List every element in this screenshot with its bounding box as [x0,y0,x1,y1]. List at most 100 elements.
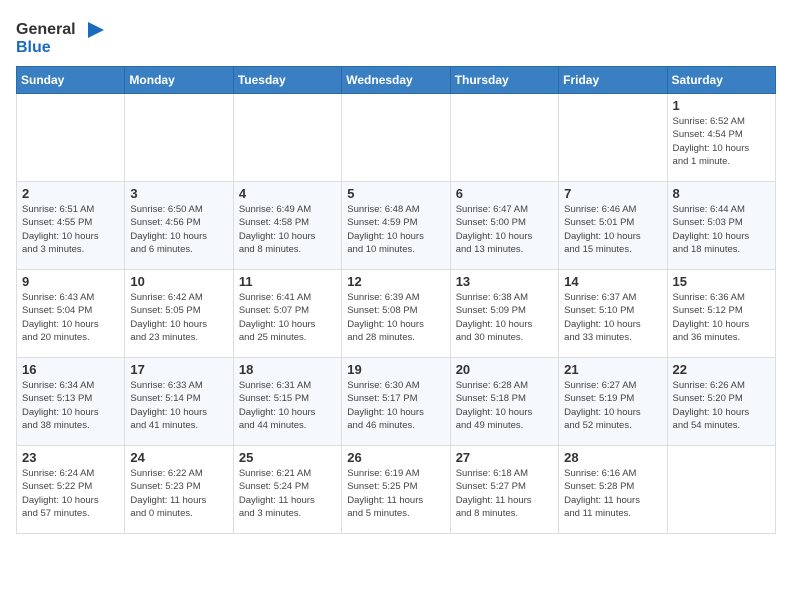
day-info: Sunrise: 6:46 AM Sunset: 5:01 PM Dayligh… [564,203,661,256]
day-info: Sunrise: 6:47 AM Sunset: 5:00 PM Dayligh… [456,203,553,256]
weekday-header-friday: Friday [559,67,667,94]
day-number: 27 [456,450,553,465]
day-info: Sunrise: 6:16 AM Sunset: 5:28 PM Dayligh… [564,467,661,520]
day-number: 8 [673,186,770,201]
calendar-header: SundayMondayTuesdayWednesdayThursdayFrid… [17,67,776,94]
calendar-cell [233,94,341,182]
day-info: Sunrise: 6:49 AM Sunset: 4:58 PM Dayligh… [239,203,336,256]
day-number: 5 [347,186,444,201]
logo-icon: General Blue [16,16,106,58]
page-header: General Blue [16,16,776,58]
calendar-cell: 19 Sunrise: 6:30 AM Sunset: 5:17 PM Dayli… [342,358,450,446]
calendar-week-5: 23Sunrise: 6:24 AM Sunset: 5:22 PM Dayli… [17,446,776,534]
calendar-cell: 6 Sunrise: 6:47 AM Sunset: 5:00 PM Daylig… [450,182,558,270]
calendar-cell [342,94,450,182]
calendar-cell: 21 Sunrise: 6:27 AM Sunset: 5:19 PM Dayli… [559,358,667,446]
calendar-cell: 2 Sunrise: 6:51 AM Sunset: 4:55 PM Daylig… [17,182,125,270]
weekday-header-sunday: Sunday [17,67,125,94]
day-number: 2 [22,186,119,201]
calendar-cell: 5 Sunrise: 6:48 AM Sunset: 4:59 PM Daylig… [342,182,450,270]
calendar-cell: 12 Sunrise: 6:39 AM Sunset: 5:08 PM Dayli… [342,270,450,358]
day-number: 15 [673,274,770,289]
svg-text:General: General [16,21,76,38]
calendar-cell: 8 Sunrise: 6:44 AM Sunset: 5:03 PM Daylig… [667,182,775,270]
day-info: Sunrise: 6:42 AM Sunset: 5:05 PM Dayligh… [130,291,227,344]
weekday-header-tuesday: Tuesday [233,67,341,94]
calendar-cell: 13 Sunrise: 6:38 AM Sunset: 5:09 PM Dayli… [450,270,558,358]
day-number: 26 [347,450,444,465]
day-info: Sunrise: 6:51 AM Sunset: 4:55 PM Dayligh… [22,203,119,256]
calendar-cell: 17 Sunrise: 6:33 AM Sunset: 5:14 PM Dayli… [125,358,233,446]
day-number: 11 [239,274,336,289]
calendar-cell: 24 Sunrise: 6:22 AM Sunset: 5:23 PM Dayli… [125,446,233,534]
day-number: 12 [347,274,444,289]
day-info: Sunrise: 6:22 AM Sunset: 5:23 PM Dayligh… [130,467,227,520]
day-number: 3 [130,186,227,201]
day-number: 28 [564,450,661,465]
calendar-table: SundayMondayTuesdayWednesdayThursdayFrid… [16,66,776,534]
day-info: Sunrise: 6:30 AM Sunset: 5:17 PM Dayligh… [347,379,444,432]
day-info: Sunrise: 6:34 AM Sunset: 5:13 PM Dayligh… [22,379,119,432]
day-info: Sunrise: 6:39 AM Sunset: 5:08 PM Dayligh… [347,291,444,344]
day-number: 23 [22,450,119,465]
day-info: Sunrise: 6:50 AM Sunset: 4:56 PM Dayligh… [130,203,227,256]
calendar-cell: 27 Sunrise: 6:18 AM Sunset: 5:27 PM Dayli… [450,446,558,534]
day-number: 6 [456,186,553,201]
weekday-header-monday: Monday [125,67,233,94]
day-number: 16 [22,362,119,377]
day-info: Sunrise: 6:27 AM Sunset: 5:19 PM Dayligh… [564,379,661,432]
calendar-cell: 11 Sunrise: 6:41 AM Sunset: 5:07 PM Dayli… [233,270,341,358]
day-number: 22 [673,362,770,377]
day-info: Sunrise: 6:48 AM Sunset: 4:59 PM Dayligh… [347,203,444,256]
calendar-cell: 28 Sunrise: 6:16 AM Sunset: 5:28 PM Dayli… [559,446,667,534]
svg-text:Blue: Blue [16,39,51,56]
calendar-cell: 9 Sunrise: 6:43 AM Sunset: 5:04 PM Daylig… [17,270,125,358]
day-number: 13 [456,274,553,289]
day-info: Sunrise: 6:21 AM Sunset: 5:24 PM Dayligh… [239,467,336,520]
day-info: Sunrise: 6:18 AM Sunset: 5:27 PM Dayligh… [456,467,553,520]
weekday-row: SundayMondayTuesdayWednesdayThursdayFrid… [17,67,776,94]
weekday-header-wednesday: Wednesday [342,67,450,94]
day-info: Sunrise: 6:36 AM Sunset: 5:12 PM Dayligh… [673,291,770,344]
day-number: 10 [130,274,227,289]
day-info: Sunrise: 6:52 AM Sunset: 4:54 PM Dayligh… [673,115,770,168]
calendar-cell: 10 Sunrise: 6:42 AM Sunset: 5:05 PM Dayli… [125,270,233,358]
calendar-body: 1Sunrise: 6:52 AM Sunset: 4:54 PM Daylig… [17,94,776,534]
day-number: 24 [130,450,227,465]
calendar-cell: 23Sunrise: 6:24 AM Sunset: 5:22 PM Dayli… [17,446,125,534]
calendar-week-1: 1Sunrise: 6:52 AM Sunset: 4:54 PM Daylig… [17,94,776,182]
weekday-header-thursday: Thursday [450,67,558,94]
calendar-cell: 25 Sunrise: 6:21 AM Sunset: 5:24 PM Dayli… [233,446,341,534]
day-info: Sunrise: 6:28 AM Sunset: 5:18 PM Dayligh… [456,379,553,432]
calendar-cell: 7 Sunrise: 6:46 AM Sunset: 5:01 PM Daylig… [559,182,667,270]
day-info: Sunrise: 6:31 AM Sunset: 5:15 PM Dayligh… [239,379,336,432]
calendar-cell: 26Sunrise: 6:19 AM Sunset: 5:25 PM Dayli… [342,446,450,534]
logo: General Blue [16,16,106,58]
day-number: 19 [347,362,444,377]
day-info: Sunrise: 6:38 AM Sunset: 5:09 PM Dayligh… [456,291,553,344]
day-number: 7 [564,186,661,201]
weekday-header-saturday: Saturday [667,67,775,94]
calendar-cell [17,94,125,182]
calendar-cell: 15 Sunrise: 6:36 AM Sunset: 5:12 PM Dayli… [667,270,775,358]
day-number: 4 [239,186,336,201]
day-info: Sunrise: 6:44 AM Sunset: 5:03 PM Dayligh… [673,203,770,256]
calendar-week-3: 9 Sunrise: 6:43 AM Sunset: 5:04 PM Daylig… [17,270,776,358]
calendar-week-4: 16 Sunrise: 6:34 AM Sunset: 5:13 PM Dayli… [17,358,776,446]
day-info: Sunrise: 6:43 AM Sunset: 5:04 PM Dayligh… [22,291,119,344]
day-number: 9 [22,274,119,289]
calendar-cell: 16 Sunrise: 6:34 AM Sunset: 5:13 PM Dayli… [17,358,125,446]
day-number: 17 [130,362,227,377]
calendar-cell [125,94,233,182]
day-info: Sunrise: 6:41 AM Sunset: 5:07 PM Dayligh… [239,291,336,344]
day-info: Sunrise: 6:37 AM Sunset: 5:10 PM Dayligh… [564,291,661,344]
calendar-week-2: 2 Sunrise: 6:51 AM Sunset: 4:55 PM Daylig… [17,182,776,270]
calendar-cell [450,94,558,182]
calendar-cell [667,446,775,534]
calendar-cell [559,94,667,182]
day-number: 25 [239,450,336,465]
day-number: 20 [456,362,553,377]
day-info: Sunrise: 6:26 AM Sunset: 5:20 PM Dayligh… [673,379,770,432]
day-number: 21 [564,362,661,377]
day-info: Sunrise: 6:33 AM Sunset: 5:14 PM Dayligh… [130,379,227,432]
